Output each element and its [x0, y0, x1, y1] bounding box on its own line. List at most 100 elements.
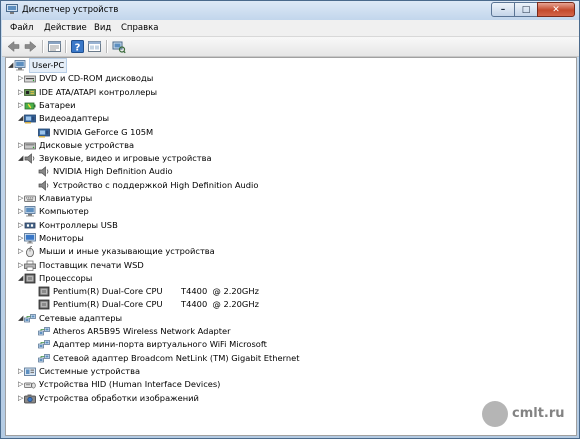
- watermark: cmlt.ru: [482, 399, 570, 429]
- tree-node-label: Батареи: [39, 99, 76, 110]
- hid-icon: [24, 382, 36, 389]
- tree-device-node[interactable]: NVIDIA GeForce G 105M: [6, 126, 566, 139]
- tree-category-node[interactable]: ▷ Мониторы: [6, 232, 566, 245]
- tree-node-label: Pentium(R) Dual-Core CPU T4400 @ 2.20GHz: [53, 299, 259, 310]
- back-arrow-icon[interactable]: [6, 39, 21, 54]
- toolbar-separator: [42, 40, 44, 53]
- scan-hardware-icon[interactable]: [111, 39, 126, 54]
- properties-icon[interactable]: [47, 39, 62, 54]
- tree-category-node[interactable]: ▷ Батареи: [6, 99, 566, 112]
- processor-icon: [38, 286, 50, 297]
- tree-node-label: Видеоадаптеры: [39, 113, 110, 124]
- tree-device-node[interactable]: NVIDIA High Definition Audio: [6, 165, 566, 178]
- camera-icon: [24, 394, 36, 403]
- display-adapter-icon: [24, 114, 36, 124]
- processor-icon: [38, 299, 50, 310]
- menu-file[interactable]: Файл: [10, 23, 33, 33]
- tree-category-node[interactable]: ▷ Компьютер: [6, 205, 566, 218]
- tree-node-label: Процессоры: [39, 272, 93, 283]
- caption-buttons: – □ ✕: [491, 2, 575, 18]
- computer-icon: [14, 60, 26, 71]
- maximize-button[interactable]: □: [514, 2, 538, 17]
- printer-icon: [24, 260, 36, 271]
- forward-arrow-icon[interactable]: [23, 39, 38, 54]
- device-tree[interactable]: ◢ User-PC ▷ DVD и CD-ROM дисководы ▷ IDE ATA/…: [5, 57, 577, 436]
- minimize-icon: –: [500, 4, 506, 15]
- network-adapter-icon: [38, 327, 50, 336]
- tree-category-node[interactable]: ▷ Дисковые устройства: [6, 139, 566, 152]
- title-bar[interactable]: Диспетчер устройств – □ ✕: [1, 1, 579, 20]
- battery-icon: [24, 102, 36, 110]
- tree-category-node[interactable]: ◢ Звуковые, видео и игровые устройства: [6, 152, 566, 165]
- tree-node-label: Системные устройства: [39, 365, 141, 376]
- tree-device-node[interactable]: Pentium(R) Dual-Core CPU T4400 @ 2.20GHz: [6, 298, 566, 311]
- tree-category-node[interactable]: ▷ Поставщик печати WSD: [6, 259, 566, 272]
- minimize-button[interactable]: –: [491, 2, 515, 17]
- tree-node-label: Сетевой адаптер Broadcom NetLink (TM) Gi…: [53, 352, 300, 363]
- tree-node-label: IDE ATA/ATAPI контроллеры: [39, 86, 158, 97]
- monitor-icon: [24, 232, 36, 244]
- tree-node-label: Устройство с поддержкой High Definition …: [53, 179, 259, 190]
- tree-root-node[interactable]: ◢ User-PC: [6, 58, 566, 73]
- tree-category-node[interactable]: ▷ Устройства HID (Human Interface Devices…: [6, 378, 566, 391]
- tree-node-label: Устройства обработки изображений: [39, 392, 199, 403]
- toolbar: ?: [2, 37, 579, 57]
- tree-node-label: Компьютер: [39, 206, 89, 217]
- tree-category-node[interactable]: ◢ Процессоры: [6, 272, 566, 285]
- tree-category-node[interactable]: ▷ DVD и CD-ROM дисководы: [6, 72, 566, 85]
- tree-node-label: Pentium(R) Dual-Core CPU T4400 @ 2.20GHz: [53, 286, 259, 297]
- tree-device-node[interactable]: Сетевой адаптер Broadcom NetLink (TM) Gi…: [6, 352, 566, 365]
- disk-drive-icon: [24, 142, 36, 150]
- tree-node-label: Поставщик печати WSD: [39, 259, 144, 270]
- processor-icon: [24, 273, 36, 284]
- help-icon[interactable]: ?: [70, 39, 85, 54]
- menu-bar: Файл Действие Вид Справка: [2, 20, 579, 37]
- tree-category-node[interactable]: ◢ Сетевые адаптеры: [6, 312, 566, 325]
- toolbar-separator: [65, 40, 67, 53]
- tree-device-node[interactable]: Pentium(R) Dual-Core CPU T4400 @ 2.20GHz: [6, 285, 566, 298]
- keyboard-icon: [24, 195, 36, 202]
- watermark-logo-icon: [482, 401, 508, 427]
- tree-category-node[interactable]: ▷ Системные устройства: [6, 365, 566, 378]
- tree-category-node[interactable]: ◢ Видеоадаптеры: [6, 112, 566, 125]
- tree-node-label: NVIDIA High Definition Audio: [53, 166, 173, 177]
- tree-node-label: Мыши и иные указывающие устройства: [39, 246, 215, 257]
- close-icon: ✕: [552, 4, 560, 15]
- tree-node-label: Звуковые, видео и игровые устройства: [39, 153, 212, 164]
- tree-category-node[interactable]: ▷ Мыши и иные указывающие устройства: [6, 245, 566, 258]
- window-title: Диспетчер устройств: [22, 5, 119, 15]
- device-manager-icon: [6, 4, 18, 14]
- tree-node-label: Atheros AR5B95 Wireless Network Adapter: [53, 326, 231, 336]
- tree-node-label: User-PC: [29, 58, 68, 73]
- tree-node-label: Контроллеры USB: [39, 219, 118, 230]
- tree-node-label: Устройства HID (Human Interface Devices): [39, 379, 221, 390]
- tree-category-node[interactable]: ▷ IDE ATA/ATAPI контроллеры: [6, 86, 566, 99]
- mouse-icon: [26, 246, 34, 258]
- tree-node-label: Адаптер мини-порта виртуального WiFi Mic…: [53, 339, 267, 350]
- maximize-icon: □: [521, 4, 531, 15]
- tree-device-node[interactable]: Устройство с поддержкой High Definition …: [6, 179, 566, 192]
- toolbar-separator: [106, 40, 108, 53]
- menu-help[interactable]: Справка: [121, 23, 158, 33]
- close-button[interactable]: ✕: [537, 2, 575, 17]
- system-device-icon: [24, 367, 36, 376]
- tree-node-label: Клавиатуры: [39, 193, 93, 203]
- computer-icon: [24, 206, 36, 217]
- network-adapter-icon: [38, 353, 50, 362]
- tree-category-node[interactable]: ▷ Клавиатуры: [6, 192, 566, 205]
- dvd-drive-icon: [24, 75, 36, 83]
- tree-node-label: Сетевые адаптеры: [39, 312, 123, 323]
- tree-device-node[interactable]: Адаптер мини-порта виртуального WiFi Mic…: [6, 338, 566, 351]
- tree-device-node[interactable]: Atheros AR5B95 Wireless Network Adapter: [6, 325, 566, 338]
- tree-node-label: NVIDIA GeForce G 105M: [53, 126, 154, 137]
- speaker-icon: [38, 179, 49, 191]
- details-view-icon[interactable]: [87, 39, 102, 54]
- svg-text:?: ?: [75, 43, 81, 54]
- menu-action[interactable]: Действие: [44, 23, 87, 33]
- tree-category-node[interactable]: ▷ Контроллеры USB: [6, 219, 566, 232]
- watermark-text: cmlt.ru: [512, 406, 565, 421]
- menu-view[interactable]: Вид: [94, 23, 111, 33]
- network-adapter-icon: [24, 313, 36, 323]
- tree-node-label: Мониторы: [39, 232, 84, 243]
- network-adapter-icon: [38, 340, 50, 349]
